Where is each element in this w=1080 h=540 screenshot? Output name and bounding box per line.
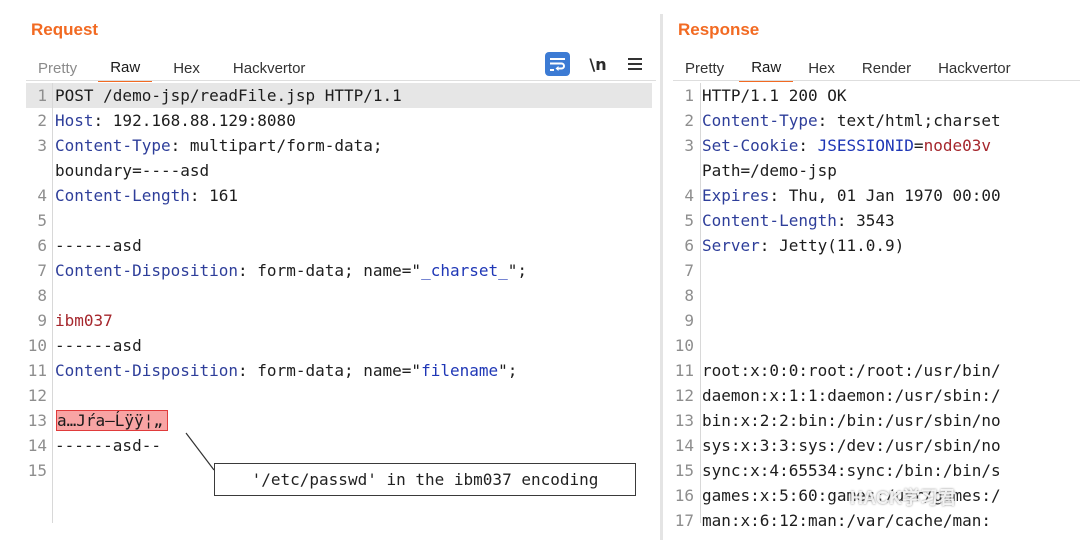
response-line: Path=/demo-jsp <box>673 158 1080 183</box>
line-content: sys:x:3:3:sys:/dev:/usr/sbin/no <box>694 433 1001 458</box>
response-tabs: Pretty Raw Hex Render Hackvertor <box>673 52 1026 82</box>
code-token: HTTP/1.1 200 OK <box>702 86 847 105</box>
line-number: 1 <box>684 86 694 105</box>
response-tab-hackvertor[interactable]: Hackvertor <box>926 54 1023 82</box>
response-line: 5 Content-Length: 3543 <box>673 208 1080 233</box>
line-number: 5 <box>684 211 694 230</box>
code-token: Server <box>702 236 760 255</box>
response-editor[interactable]: 1 HTTP/1.1 200 OK 2 Content-Type: text/html… <box>673 83 1080 540</box>
code-token: Set-Cookie <box>702 136 799 155</box>
response-line: 1 HTTP/1.1 200 OK <box>673 83 1080 108</box>
response-line: 14 sys:x:3:3:sys:/dev:/usr/sbin/no <box>673 433 1080 458</box>
line-number <box>673 158 694 183</box>
line-content: man:x:6:12:man:/var/cache/man: <box>694 508 991 533</box>
code-token: Content-Length <box>702 211 837 230</box>
watermark: HACK学习君 <box>850 488 956 508</box>
code-token: = <box>913 136 924 155</box>
request-pane: Request Pretty Raw Hex Hackvertor \n 1 PO… <box>0 0 660 540</box>
response-line: 13 bin:x:2:2:bin:/bin:/usr/sbin/no <box>673 408 1080 433</box>
response-line: 2 Content-Type: text/html;charset <box>673 108 1080 133</box>
response-line: 6 Server: Jetty(11.0.9) <box>673 233 1080 258</box>
line-number: 15 <box>674 461 694 480</box>
code-token: daemon:x:1:1:daemon:/usr/sbin:/ <box>702 386 1001 405</box>
code-token: sys:x:3:3:sys:/dev:/usr/sbin/no <box>702 436 1001 455</box>
code-token: Expires <box>702 186 770 205</box>
line-content: Set-Cookie: JSESSIONID=node03v <box>694 133 991 158</box>
line-number: 4 <box>684 186 694 205</box>
response-line: 10 <box>673 333 1080 358</box>
line-content: Path=/demo-jsp <box>694 158 837 183</box>
code-token: node03v <box>923 136 991 155</box>
response-line: 12 daemon:x:1:1:daemon:/usr/sbin:/ <box>673 383 1080 408</box>
line-number: 7 <box>684 261 694 280</box>
code-token: root:x:0:0:root:/root:/usr/bin/ <box>702 361 1001 380</box>
code-token: : Thu, 01 Jan 1970 00:00 <box>769 186 1001 205</box>
line-number: 11 <box>674 361 694 380</box>
code-token: man:x:6:12:man:/var/cache/man: <box>702 511 991 530</box>
line-content: daemon:x:1:1:daemon:/usr/sbin:/ <box>694 383 1001 408</box>
response-title: Response <box>678 20 760 39</box>
code-token: Path=/demo-jsp <box>702 161 837 180</box>
line-number: 14 <box>674 436 694 455</box>
line-content: HTTP/1.1 200 OK <box>694 83 847 108</box>
response-tab-render[interactable]: Render <box>850 54 923 82</box>
response-tab-pretty[interactable]: Pretty <box>673 54 736 82</box>
gutter-separator <box>700 83 701 523</box>
line-content: bin:x:2:2:bin:/bin:/usr/sbin/no <box>694 408 1001 433</box>
line-number: 17 <box>674 511 694 530</box>
line-content: Content-Type: text/html;charset <box>694 108 1001 133</box>
line-number: 9 <box>684 311 694 330</box>
line-number: 12 <box>674 386 694 405</box>
code-token: : <box>798 136 818 155</box>
line-number: 3 <box>684 136 694 155</box>
line-number: 2 <box>684 111 694 130</box>
response-line: 17 man:x:6:12:man:/var/cache/man: <box>673 508 1080 533</box>
response-line: 4 Expires: Thu, 01 Jan 1970 00:00 <box>673 183 1080 208</box>
line-content: Server: Jetty(11.0.9) <box>694 233 904 258</box>
line-number: 6 <box>684 236 694 255</box>
response-line: 15 sync:x:4:65534:sync:/bin:/bin/s <box>673 458 1080 483</box>
response-tab-divider <box>673 80 1080 81</box>
line-number: 13 <box>674 411 694 430</box>
code-token: Content-Type <box>702 111 818 130</box>
line-number: 10 <box>674 336 694 355</box>
code-token: : Jetty(11.0.9) <box>759 236 905 255</box>
code-token: : text/html;charset <box>817 111 1001 130</box>
line-content: sync:x:4:65534:sync:/bin:/bin/s <box>694 458 1001 483</box>
response-tab-raw[interactable]: Raw <box>739 54 794 82</box>
response-line: 3 Set-Cookie: JSESSIONID=node03v <box>673 133 1080 158</box>
code-token: bin:x:2:2:bin:/bin:/usr/sbin/no <box>702 411 1001 430</box>
response-pane: Response Pretty Raw Hex Render Hackverto… <box>663 0 1080 540</box>
line-number: 16 <box>674 486 694 505</box>
response-tab-hex[interactable]: Hex <box>796 54 847 82</box>
response-line: 8 <box>673 283 1080 308</box>
annotation-callout: '/etc/passwd' in the ibm037 encoding <box>214 463 636 496</box>
code-token: : 3543 <box>836 211 895 230</box>
response-line: 9 <box>673 308 1080 333</box>
response-line: 11 root:x:0:0:root:/root:/usr/bin/ <box>673 358 1080 383</box>
code-token: sync:x:4:65534:sync:/bin:/bin/s <box>702 461 1001 480</box>
code-token: JSESSIONID <box>817 136 914 155</box>
response-line: 7 <box>673 258 1080 283</box>
line-content: Expires: Thu, 01 Jan 1970 00:00 <box>694 183 1001 208</box>
line-content: root:x:0:0:root:/root:/usr/bin/ <box>694 358 1001 383</box>
line-number: 8 <box>684 286 694 305</box>
line-content: Content-Length: 3543 <box>694 208 895 233</box>
annotation-pointer <box>185 432 215 471</box>
